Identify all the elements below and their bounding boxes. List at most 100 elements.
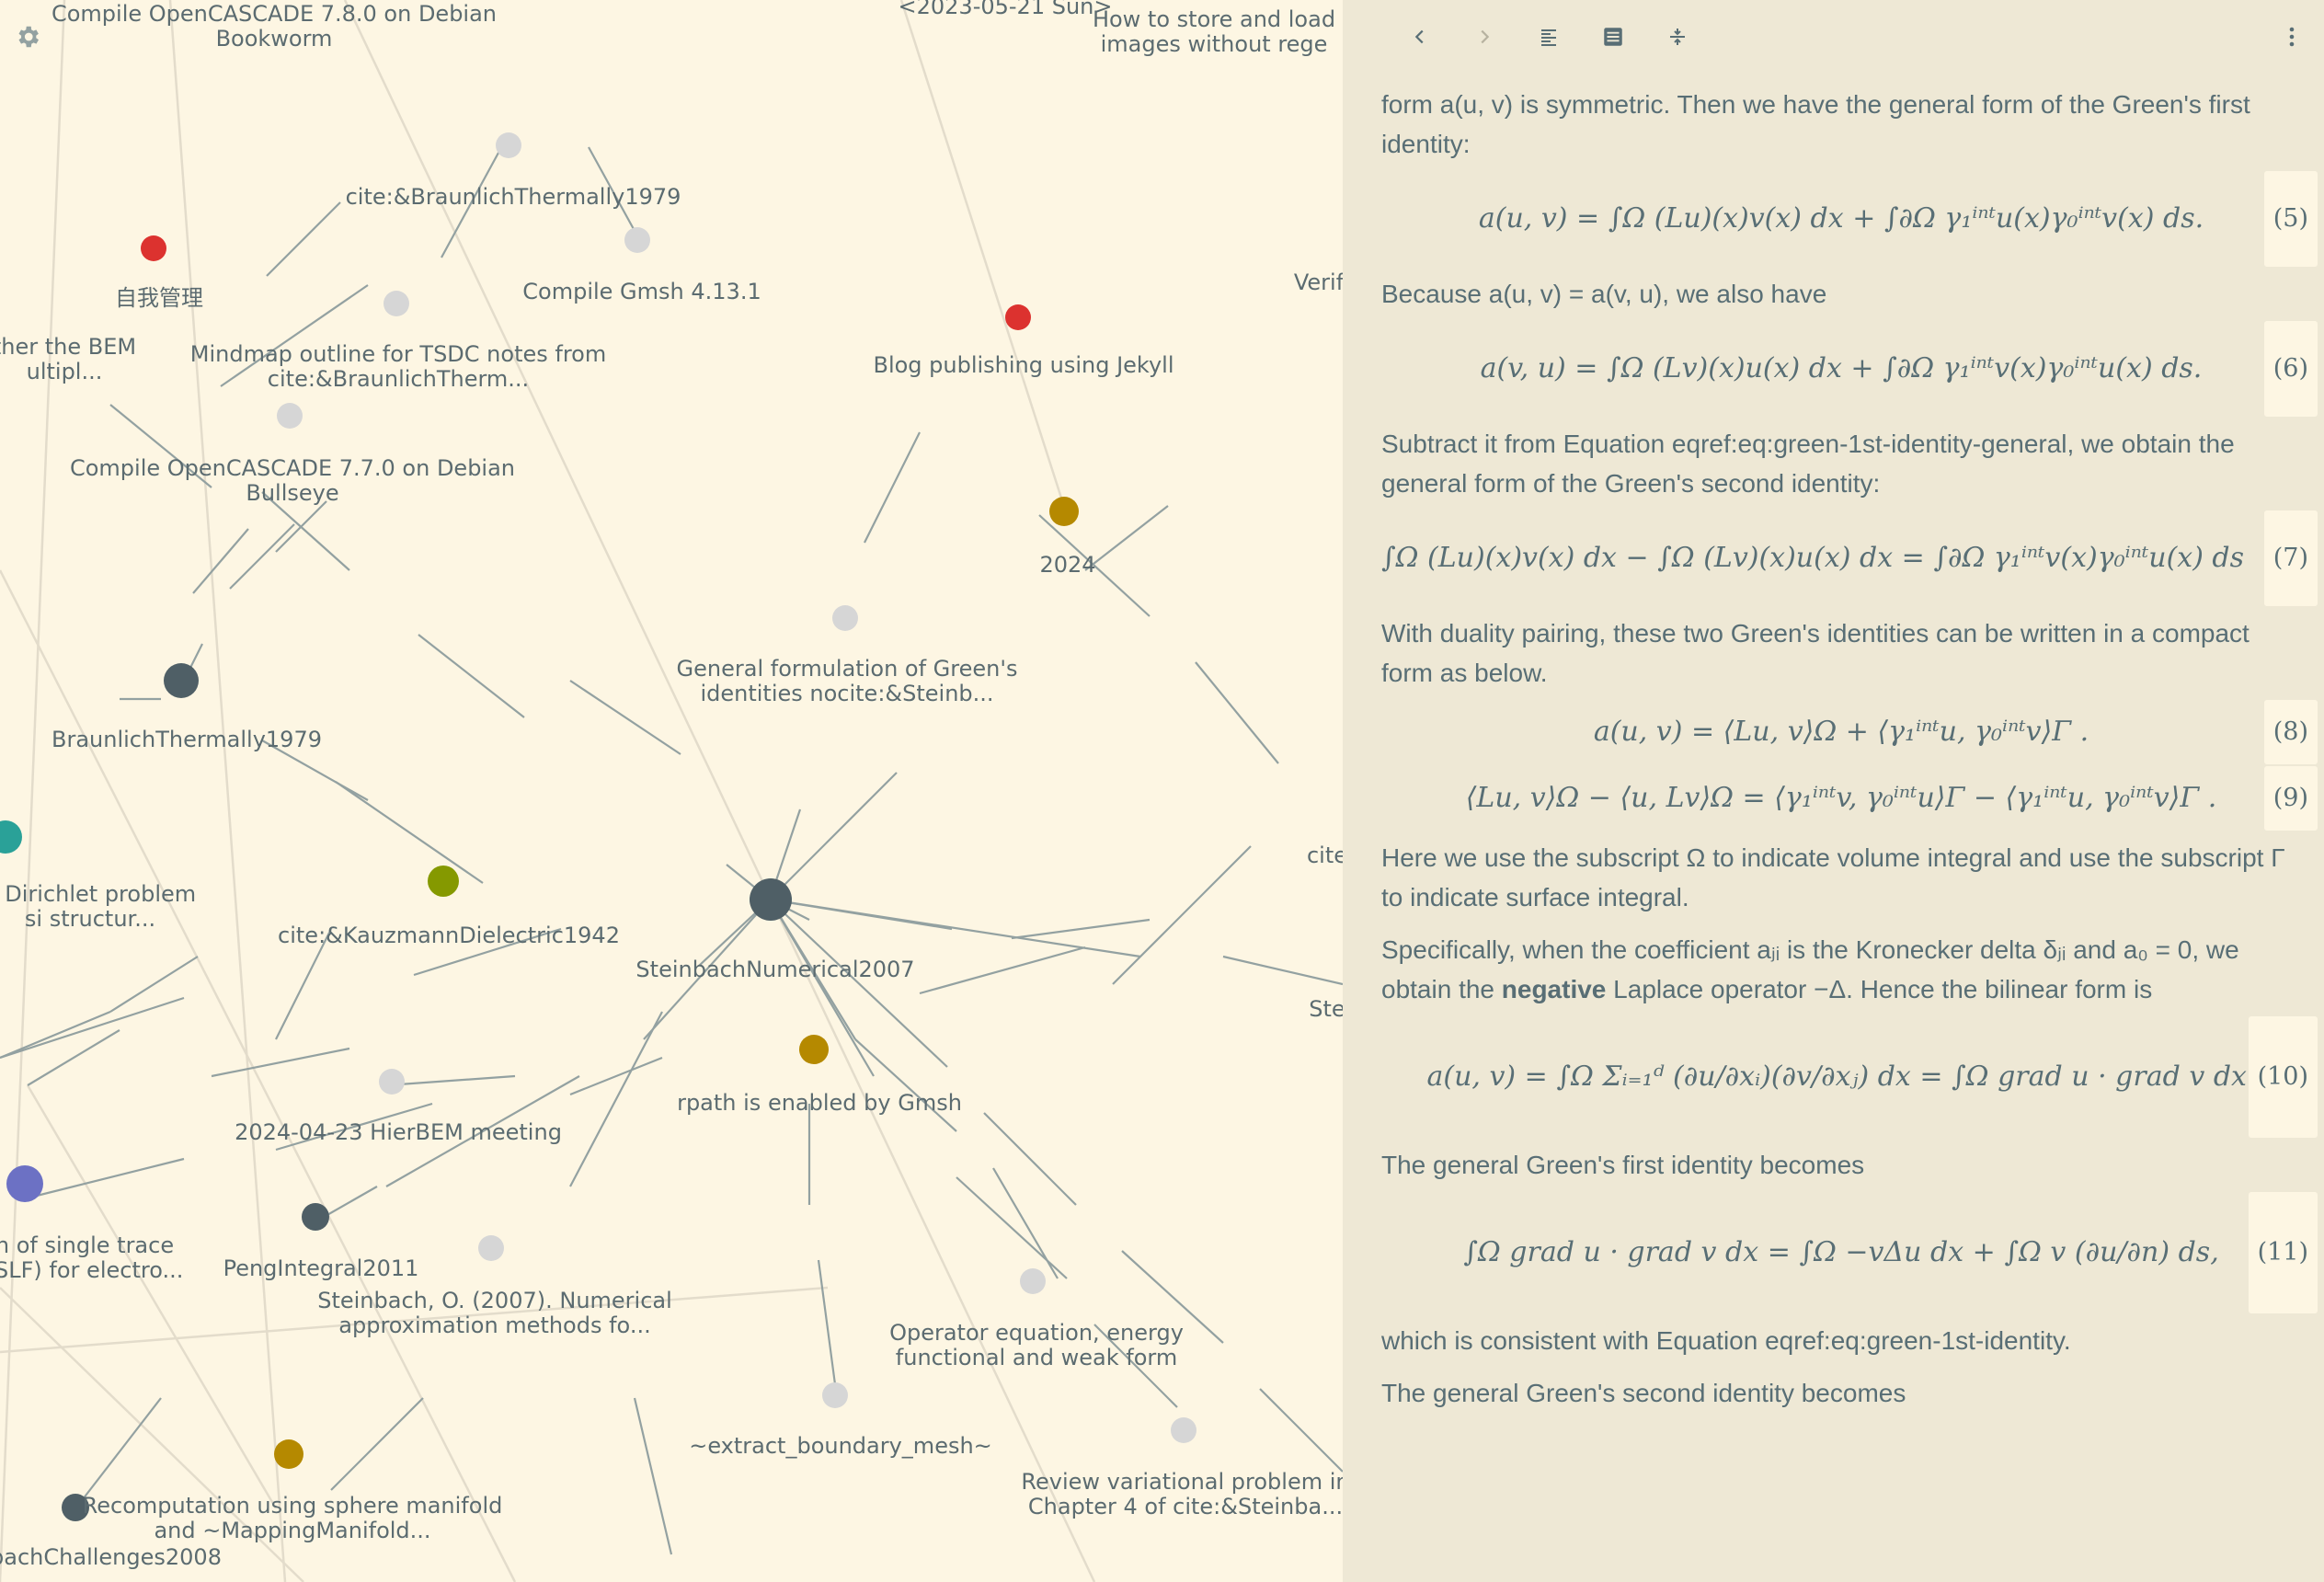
graph-edge <box>82 1397 162 1500</box>
graph-edge <box>864 431 921 544</box>
node-label[interactable]: General formulation of Green's identitie… <box>677 657 1018 706</box>
equation-number[interactable]: (5) <box>2263 171 2318 267</box>
graph-edge <box>1011 918 1151 940</box>
node-label[interactable]: Compile OpenCASCADE 7.8.0 on Debian Book… <box>52 2 497 52</box>
node-label[interactable]: 2024-04-23 HierBEM meeting <box>235 1120 562 1145</box>
graph-view[interactable]: Compile OpenCASCADE 7.8.0 on Debian Book… <box>0 0 1343 1582</box>
paragraph-text: Laplace operator −Δ. Hence the bilinear … <box>1606 975 2153 1003</box>
paragraph: The general Green's first identity becom… <box>1381 1151 1865 1179</box>
equation-11: ∫Ω grad u · grad v dx = ∫Ω −vΔu dx + ∫Ω … <box>1381 1192 2318 1313</box>
equation-number[interactable]: (7) <box>2263 510 2318 606</box>
graph-node[interactable] <box>274 1439 303 1469</box>
graph-node[interactable] <box>277 403 303 429</box>
graph-edge <box>385 1074 516 1087</box>
graph-edge <box>0 1010 111 1060</box>
paragraph: Here we use the subscript Ω to indicate … <box>1381 843 2285 911</box>
reader-pane[interactable]: form a(u, v) is symmetric. Then we have … <box>1343 0 2324 1582</box>
graph-edge <box>569 1056 663 1096</box>
node-label[interactable]: cite <box>1307 843 1343 868</box>
graph-node[interactable] <box>141 235 166 261</box>
more-vert-icon <box>2289 27 2295 47</box>
node-label[interactable]: rpath is enabled by Gmsh <box>677 1091 962 1116</box>
equation-body: ∫Ω (Lu)(x)v(x) dx − ∫Ω (Lv)(x)u(x) dx = … <box>1381 542 2245 574</box>
graph-node[interactable] <box>750 878 792 921</box>
graph-edge <box>168 0 287 1582</box>
paragraph: Specifically, when the coefficient aⱼᵢ i… <box>1381 930 2301 1009</box>
equation-7: ∫Ω (Lu)(x)v(x) dx − ∫Ω (Lv)(x)u(x) dx = … <box>1381 510 2318 606</box>
node-label[interactable]: ther the BEM ultipl... <box>0 335 136 384</box>
graph-node[interactable] <box>822 1382 848 1408</box>
paragraph: Because a(u, v) = a(v, u), we also have <box>1381 280 1827 308</box>
node-label[interactable]: Recomputation using sphere manifold and … <box>83 1494 503 1543</box>
align-left-icon <box>1541 29 1556 46</box>
graph-edge <box>192 528 249 594</box>
graph-node[interactable] <box>1049 497 1079 526</box>
node-label[interactable]: Blog publishing using Jekyll <box>873 353 1173 378</box>
node-label[interactable]: <2023-05-21 Sun> <box>899 0 1113 19</box>
node-label[interactable]: Mindmap outline for TSDC notes from cite… <box>190 342 606 392</box>
node-label[interactable]: e Dirichlet problem si structur... <box>0 882 196 932</box>
node-label[interactable]: BraunlichThermally1979 <box>52 728 322 752</box>
graph-node[interactable] <box>384 291 409 316</box>
node-label[interactable]: Verif <box>1294 270 1343 295</box>
node-label[interactable]: 自我管理 <box>115 286 203 311</box>
equation-number[interactable]: (8) <box>2263 700 2318 764</box>
graph-edge <box>418 634 525 718</box>
outline-button[interactable] <box>1528 17 1569 57</box>
node-label[interactable]: Compile OpenCASCADE 7.7.0 on Debian Bull… <box>70 456 515 506</box>
graph-edge <box>919 946 1086 995</box>
graph-edge <box>983 1112 1077 1206</box>
graph-edge <box>211 1047 350 1078</box>
node-label[interactable]: Steinbach, O. (2007). Numerical approxim… <box>317 1289 672 1338</box>
graph-node[interactable] <box>799 1035 829 1064</box>
view-mode-button[interactable] <box>1593 17 1633 57</box>
node-label[interactable]: How to store and load images without reg… <box>1093 7 1335 57</box>
settings-button[interactable] <box>11 20 44 53</box>
graph-edge <box>1195 661 1279 764</box>
equation-number[interactable]: (11) <box>2248 1192 2318 1313</box>
graph-node[interactable] <box>164 663 199 698</box>
node-label[interactable]: ~extract_boundary_mesh~ <box>689 1434 992 1459</box>
graph-edge <box>1112 845 1252 985</box>
graph-node[interactable] <box>1020 1268 1046 1294</box>
equation-6: a(v, u) = ∫Ω (Lv)(x)u(x) dx + ∫∂Ω γ₁ⁱⁿᵗv… <box>1381 321 2318 417</box>
node-label[interactable]: Operator equation, energy functional and… <box>889 1321 1184 1370</box>
graph-node[interactable] <box>428 866 459 897</box>
forward-button[interactable] <box>1464 17 1505 57</box>
node-label[interactable]: 2024 <box>1039 553 1095 578</box>
graph-edge <box>0 996 185 1060</box>
graph-edge <box>992 1167 1059 1279</box>
paragraph: form a(u, v) is symmetric. Then we have … <box>1381 90 2250 158</box>
node-label[interactable]: cite:&KauzmannDielectric1942 <box>278 923 620 948</box>
graph-edge <box>817 1259 839 1399</box>
node-label[interactable]: Compile Gmsh 4.13.1 <box>522 280 761 304</box>
graph-node[interactable] <box>302 1203 329 1231</box>
node-label[interactable]: Ste <box>1309 997 1343 1022</box>
graph-node[interactable] <box>478 1235 504 1261</box>
node-label[interactable]: Review variational problem in Chapter 4 … <box>1021 1470 1343 1519</box>
graph-node[interactable] <box>6 1165 43 1202</box>
equation-body: a(u, v) = ⟨Lu, v⟩Ω + ⟨γ₁ⁱⁿᵗu, γ₀ⁱⁿᵗv⟩Γ . <box>1593 716 2089 748</box>
node-label[interactable]: PengIntegral2011 <box>223 1256 419 1281</box>
graph-node[interactable] <box>379 1069 405 1095</box>
node-label[interactable]: cite:&BraunlichThermally1979 <box>346 185 681 210</box>
equation-number[interactable]: (9) <box>2263 766 2318 831</box>
equation-body: ∫Ω grad u · grad v dx = ∫Ω −vΔu dx + ∫Ω … <box>1463 1236 2219 1268</box>
node-label[interactable]: bachChallenges2008 <box>0 1545 222 1570</box>
more-button[interactable] <box>2272 17 2312 57</box>
node-label[interactable]: SteinbachNumerical2007 <box>635 957 914 982</box>
graph-node[interactable] <box>1171 1417 1196 1443</box>
node-label[interactable]: n of single trace (SLF) for electro... <box>0 1233 183 1283</box>
graph-node[interactable] <box>624 227 650 253</box>
collapse-button[interactable] <box>1657 17 1698 57</box>
back-button[interactable] <box>1400 17 1440 57</box>
equation-body: a(u, v) = ∫Ω Σᵢ₌₁ᵈ (∂u/∂xᵢ)(∂v/∂xⱼ) dx =… <box>1426 1060 2256 1093</box>
graph-node[interactable] <box>832 605 858 631</box>
graph-node[interactable] <box>0 820 22 854</box>
equation-number[interactable]: (10) <box>2248 1016 2318 1138</box>
graph-node[interactable] <box>1005 304 1031 330</box>
equation-5: a(u, v) = ∫Ω (Lu)(x)v(x) dx + ∫∂Ω γ₁ⁱⁿᵗu… <box>1381 171 2318 267</box>
graph-node[interactable] <box>496 132 521 158</box>
graph-edge <box>633 1397 673 1555</box>
equation-number[interactable]: (6) <box>2263 321 2318 417</box>
